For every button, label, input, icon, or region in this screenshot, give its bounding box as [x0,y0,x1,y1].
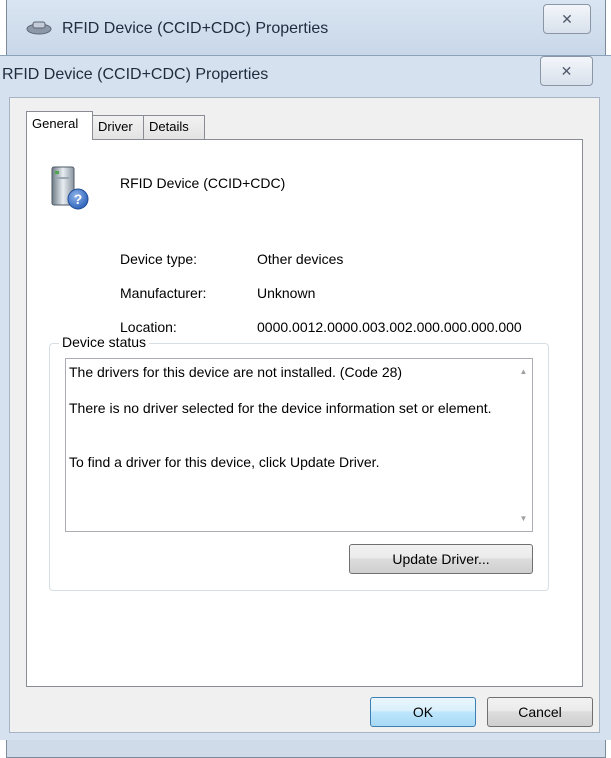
properties-dialog: RFID Device (CCID+CDC) Properties ✕ Gene… [0,55,611,740]
background-close-button[interactable]: ✕ [543,4,591,34]
device-status-group: Device status The drivers for this devic… [49,334,549,591]
scroll-down-arrow-icon[interactable]: ▼ [515,510,532,527]
background-window-title: RFID Device (CCID+CDC) Properties [62,20,329,37]
close-icon: ✕ [560,62,573,79]
status-scrollbar[interactable]: ▲ ▼ [515,359,532,531]
general-tab-panel: ? RFID Device (CCID+CDC) Device type: Ot… [26,139,583,687]
unknown-device-icon: ? [51,166,89,210]
device-status-label: Device status [59,334,150,350]
cancel-button[interactable]: Cancel [487,697,593,727]
tab-driver[interactable]: Driver [92,115,144,139]
close-icon: ✕ [561,10,573,27]
device-status-textbox[interactable]: The drivers for this device are not inst… [65,358,533,532]
svg-text:?: ? [74,191,83,207]
background-window-titlebar: RFID Device (CCID+CDC) Properties ✕ [7,0,605,60]
device-type-value: Other devices [257,251,344,267]
device-icon [26,21,52,35]
dialog-client-area: General Driver Details ? RFID Device (CC… [9,97,600,733]
location-label: Location: [120,319,177,335]
location-value: 0000.0012.0000.003.002.000.000.000.000 [257,319,522,335]
manufacturer-value: Unknown [257,285,316,301]
ok-button[interactable]: OK [370,697,476,727]
device-type-label: Device type: [120,251,198,267]
dialog-title: RFID Device (CCID+CDC) Properties [2,66,269,83]
scroll-up-arrow-icon[interactable]: ▲ [515,363,532,380]
tab-general[interactable]: General [26,111,93,140]
tab-details[interactable]: Details [143,115,205,139]
update-driver-button[interactable]: Update Driver... [349,544,533,574]
device-name: RFID Device (CCID+CDC) [120,175,286,191]
dialog-close-button[interactable]: ✕ [540,56,593,86]
device-status-text: The drivers for this device are not inst… [69,364,492,470]
manufacturer-label: Manufacturer: [120,285,207,301]
